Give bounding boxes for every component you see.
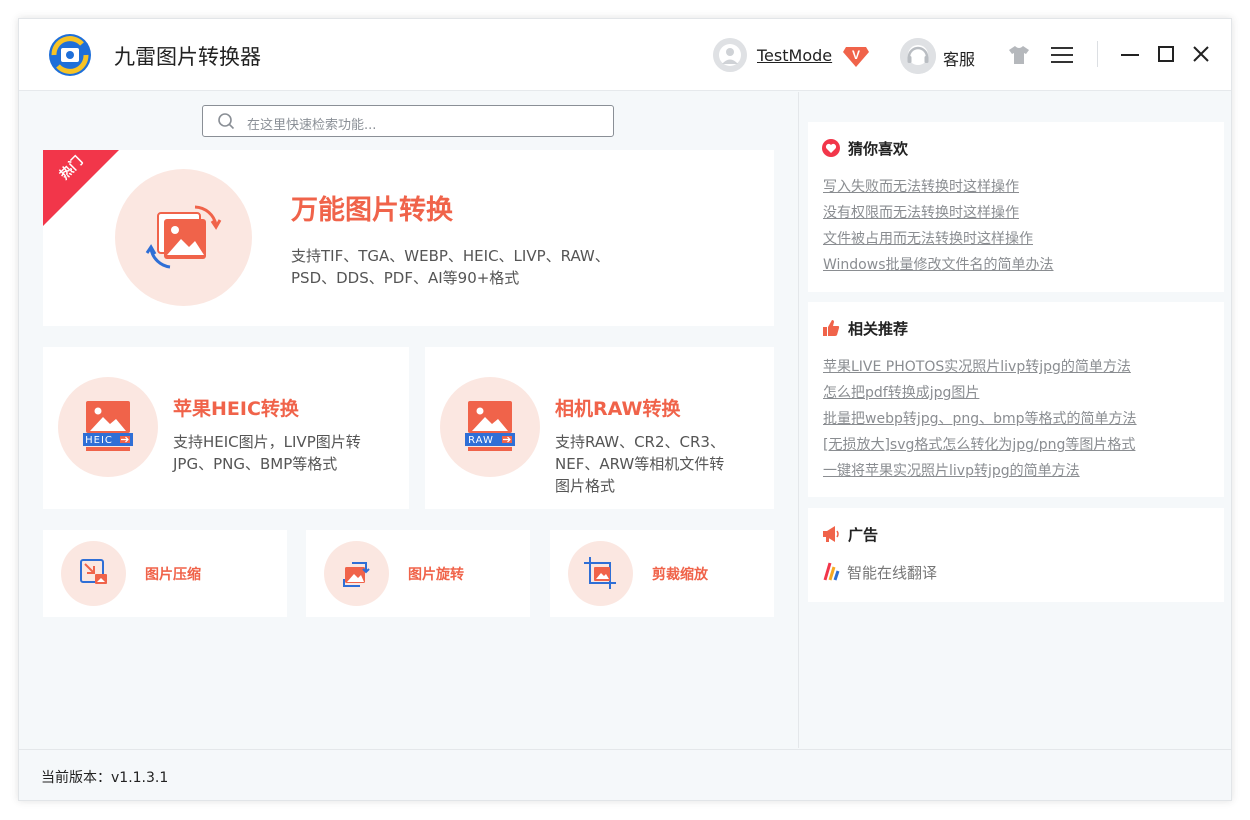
related-recommend-links: 苹果LIVE PHOTOS实况照片livp转jpg的简单方法 怎么把pdf转换成… bbox=[823, 354, 1137, 484]
app-logo-icon bbox=[49, 34, 91, 76]
raw-desc-line: 支持RAW、CR2、CR3、 bbox=[555, 433, 725, 451]
heic-badge-text: HEIC bbox=[85, 435, 113, 446]
search-box[interactable]: 在这里快速检索功能... bbox=[202, 105, 614, 137]
app-window: 九雷图片转换器 TestMode V 客服 在这里快速检索功能... 热门 万能… bbox=[18, 18, 1232, 801]
search-placeholder: 在这里快速检索功能... bbox=[247, 118, 377, 133]
ad-panel: 广告 智能在线翻译 bbox=[808, 508, 1224, 602]
article-link[interactable]: 文件被占用而无法转换时这样操作 bbox=[823, 226, 1054, 252]
user-avatar[interactable] bbox=[713, 38, 747, 72]
rotate-icon-bg bbox=[324, 541, 389, 606]
headset-icon bbox=[900, 38, 936, 74]
article-link[interactable]: 一键将苹果实况照片livp转jpg的简单方法 bbox=[823, 458, 1137, 484]
guess-you-like-links: 写入失败而无法转换时这样操作 没有权限而无法转换时这样操作 文件被占用而无法转换… bbox=[823, 174, 1054, 278]
hot-ribbon: 热门 bbox=[43, 150, 119, 226]
crop-icon bbox=[584, 557, 616, 589]
compress-icon-bg bbox=[61, 541, 126, 606]
crop-icon-bg bbox=[568, 541, 633, 606]
heic-desc-line: JPG、PNG、BMP等格式 bbox=[173, 455, 338, 473]
universal-convert-card[interactable]: 热门 万能图片转换 支持TIF、TGA、WEBP、HEIC、LIVP、RAW、 … bbox=[43, 150, 774, 326]
ad-title: 广告 bbox=[848, 526, 879, 544]
megaphone-icon bbox=[823, 526, 839, 542]
vip-badge-icon[interactable]: V bbox=[843, 42, 869, 68]
vip-label: V bbox=[852, 48, 860, 62]
app-title: 九雷图片转换器 bbox=[114, 45, 261, 69]
universal-convert-title: 万能图片转换 bbox=[291, 195, 453, 226]
ad-item-label: 智能在线翻译 bbox=[847, 564, 938, 582]
image-convert-icon bbox=[145, 205, 222, 269]
image-compress-card[interactable]: 图片压缩 bbox=[43, 530, 287, 617]
guess-you-like-panel: 猜你喜欢 写入失败而无法转换时这样操作 没有权限而无法转换时这样操作 文件被占用… bbox=[808, 122, 1224, 292]
menu-icon[interactable] bbox=[1051, 46, 1073, 64]
universal-convert-desc-line: PSD、DDS、PDF、AI等90+格式 bbox=[291, 269, 520, 287]
heic-convert-title: 苹果HEIC转换 bbox=[173, 398, 299, 420]
thumbs-up-icon bbox=[823, 320, 840, 336]
related-recommend-title: 相关推荐 bbox=[848, 320, 909, 338]
rotate-icon bbox=[343, 562, 370, 587]
compress-icon bbox=[80, 559, 107, 584]
article-link[interactable]: 苹果LIVE PHOTOS实况照片livp转jpg的简单方法 bbox=[823, 354, 1137, 380]
version-label: 当前版本：v1.1.3.1 bbox=[41, 770, 169, 786]
heart-icon bbox=[822, 139, 840, 157]
universal-convert-icon-bg bbox=[115, 169, 252, 306]
title-bar: 九雷图片转换器 TestMode V 客服 bbox=[19, 19, 1231, 91]
raw-convert-card[interactable]: RAW 相机RAW转换 支持RAW、CR2、CR3、 NEF、ARW等相机文件转… bbox=[425, 347, 774, 509]
heic-icon-bg: HEIC bbox=[58, 377, 158, 477]
crop-resize-card[interactable]: 剪裁缩放 bbox=[550, 530, 774, 617]
user-name-link[interactable]: TestMode bbox=[757, 46, 832, 65]
minimize-icon[interactable] bbox=[1121, 44, 1139, 64]
status-bar: 当前版本：v1.1.3.1 bbox=[19, 749, 1231, 800]
close-icon[interactable] bbox=[1192, 45, 1210, 63]
translate-app-icon bbox=[823, 562, 840, 581]
heic-convert-card[interactable]: HEIC 苹果HEIC转换 支持HEIC图片，LIVP图片转 JPG、PNG、B… bbox=[43, 347, 409, 509]
maximize-icon[interactable] bbox=[1158, 46, 1174, 62]
raw-convert-desc: 支持RAW、CR2、CR3、 NEF、ARW等相机文件转 图片格式 bbox=[555, 431, 770, 497]
article-link[interactable]: 批量把webp转jpg、png、bmp等格式的简单方法 bbox=[823, 406, 1137, 432]
universal-convert-desc-line: 支持TIF、TGA、WEBP、HEIC、LIVP、RAW、 bbox=[291, 247, 610, 265]
raw-convert-title: 相机RAW转换 bbox=[555, 398, 681, 420]
heic-file-icon: HEIC bbox=[83, 401, 133, 451]
search-icon bbox=[218, 113, 235, 130]
article-link[interactable]: 写入失败而无法转换时这样操作 bbox=[823, 174, 1054, 200]
raw-file-icon: RAW bbox=[465, 401, 515, 451]
service-avatar[interactable] bbox=[900, 38, 936, 74]
customer-service-label[interactable]: 客服 bbox=[943, 46, 975, 70]
raw-icon-bg: RAW bbox=[440, 377, 540, 477]
article-link[interactable]: 没有权限而无法转换时这样操作 bbox=[823, 200, 1054, 226]
skin-icon[interactable] bbox=[1008, 45, 1030, 65]
article-link[interactable]: [无损放大]svg格式怎么转化为jpg/png等图片格式 bbox=[823, 432, 1137, 458]
heic-convert-desc: 支持HEIC图片，LIVP图片转 JPG、PNG、BMP等格式 bbox=[173, 431, 388, 475]
article-link[interactable]: 怎么把pdf转换成jpg图片 bbox=[823, 380, 1137, 406]
related-recommend-panel: 相关推荐 苹果LIVE PHOTOS实况照片livp转jpg的简单方法 怎么把p… bbox=[808, 302, 1224, 497]
raw-desc-line: 图片格式 bbox=[555, 477, 616, 495]
image-rotate-label: 图片旋转 bbox=[408, 567, 464, 583]
heic-desc-line: 支持HEIC图片，LIVP图片转 bbox=[173, 433, 361, 451]
titlebar-divider bbox=[1097, 41, 1098, 67]
article-link[interactable]: Windows批量修改文件名的简单办法 bbox=[823, 252, 1054, 278]
panel-divider bbox=[798, 92, 799, 748]
guess-you-like-title: 猜你喜欢 bbox=[848, 140, 909, 158]
avatar-icon bbox=[713, 38, 747, 72]
image-compress-label: 图片压缩 bbox=[145, 567, 201, 583]
raw-badge-text: RAW bbox=[468, 435, 494, 446]
raw-desc-line: NEF、ARW等相机文件转 bbox=[555, 455, 725, 473]
image-rotate-card[interactable]: 图片旋转 bbox=[306, 530, 530, 617]
universal-convert-desc: 支持TIF、TGA、WEBP、HEIC、LIVP、RAW、 PSD、DDS、PD… bbox=[291, 245, 651, 289]
crop-resize-label: 剪裁缩放 bbox=[652, 567, 708, 583]
